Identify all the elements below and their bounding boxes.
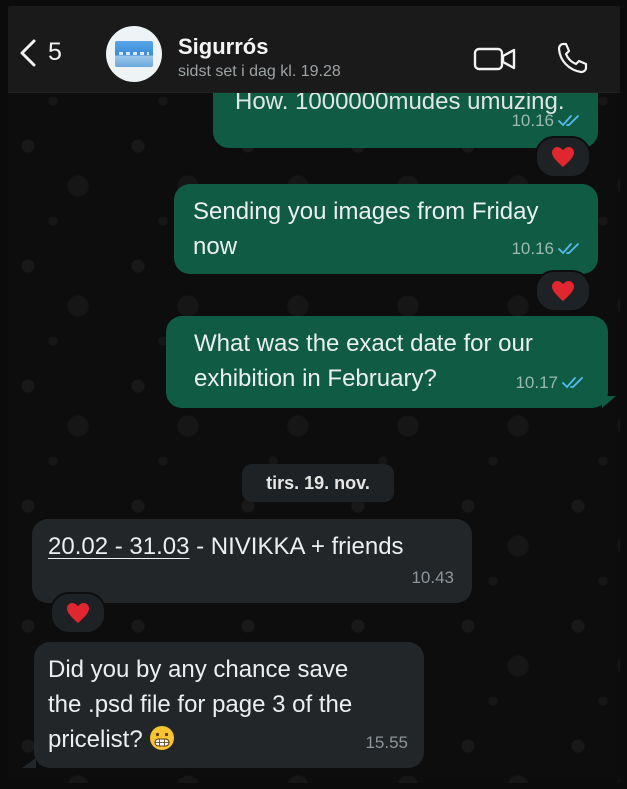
message-line: now [193, 233, 238, 260]
double-check-icon [562, 376, 583, 388]
message-meta: 15.55 [365, 725, 408, 760]
heart-icon [67, 603, 89, 623]
message-bubble-incoming[interactable]: 20.02 - 31.03 - NIVIKKA + friends 10.43 [32, 519, 472, 603]
chevron-left-icon [20, 39, 36, 66]
back-button[interactable]: 5 [18, 38, 62, 67]
chat-header: 5 Sigurrós sidst set i dag kl. 19.28 [8, 6, 620, 93]
grimacing-emoji-icon [150, 726, 175, 750]
message-line: What was the exact date for our [194, 330, 533, 357]
message-time: 10.16 [511, 239, 554, 258]
message-text-rest: - NIVIKKA + friends [189, 533, 404, 560]
date-link[interactable]: 20.02 - 31.03 [48, 533, 189, 560]
chat-window: How. 1000000mudes umuzing. 10.16 Sending… [8, 6, 620, 783]
message-meta: 10.17 [515, 365, 586, 400]
bubble-tail [22, 758, 36, 768]
avatar[interactable] [106, 26, 162, 82]
video-camera-icon[interactable] [473, 44, 517, 74]
message-line: the .psd file for page 3 of the [48, 691, 353, 718]
bubble-tail [602, 396, 616, 408]
date-separator: tirs. 19. nov. [242, 464, 394, 502]
unread-count: 5 [48, 38, 62, 66]
heart-reaction[interactable] [535, 270, 591, 312]
heart-reaction[interactable] [535, 136, 591, 178]
heart-icon [552, 147, 574, 167]
heart-reaction[interactable] [50, 592, 106, 634]
message-time: 10.17 [515, 373, 558, 392]
double-check-icon [558, 114, 579, 126]
message-bubble-incoming[interactable]: Did you by any chance save the .psd file… [34, 642, 424, 768]
message-line: Did you by any chance save [48, 656, 349, 683]
heart-icon [552, 281, 574, 301]
message-line: pricelist? [48, 726, 143, 753]
message-time: 10.16 [511, 111, 554, 130]
last-seen-status: sidst set i dag kl. 19.28 [178, 63, 341, 80]
double-check-icon [558, 242, 579, 254]
avatar-image [115, 41, 153, 67]
message-meta: 10.16 [511, 231, 582, 266]
message-text: 20.02 - 31.03 - NIVIKKA + friends [48, 529, 404, 564]
message-meta: 10.43 [411, 560, 454, 595]
message-bubble-outgoing[interactable]: What was the exact date for our exhibiti… [166, 316, 608, 408]
message-line: exhibition in February? [194, 365, 437, 392]
phone-icon[interactable] [556, 41, 588, 75]
message-time: 10.43 [411, 568, 454, 587]
contact-name[interactable]: Sigurrós [178, 34, 268, 60]
message-meta: 10.16 [511, 103, 582, 138]
message-time: 15.55 [365, 733, 408, 752]
message-bubble-outgoing[interactable]: Sending you images from Friday now 10.16 [174, 184, 598, 274]
message-line: Sending you images from Friday [193, 198, 539, 225]
